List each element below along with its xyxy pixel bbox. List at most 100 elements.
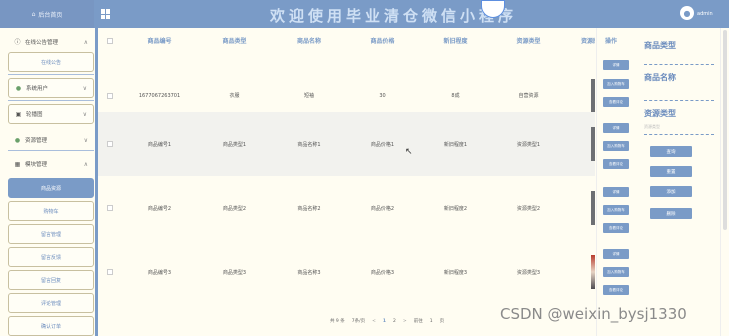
column-header[interactable]: 商品编号: [122, 36, 197, 45]
avatar-icon[interactable]: ●: [680, 6, 694, 20]
sidebar-item-label: 在线公告: [40, 59, 61, 66]
goto-page-input[interactable]: 1: [430, 319, 433, 324]
row-checkbox[interactable]: [98, 92, 122, 99]
detail-button[interactable]: 详情: [603, 249, 629, 259]
reset-button[interactable]: 重置: [650, 166, 692, 177]
detail-button[interactable]: 详情: [603, 123, 629, 133]
cell-condition: 新旧程度1: [443, 141, 468, 148]
column-header[interactable]: 资源图: [565, 36, 595, 45]
home-label: 后台首页: [38, 11, 63, 19]
cell-product-id: 商品编号1: [147, 141, 172, 148]
sidebar-item-label: 留言回复: [40, 277, 61, 284]
location-icon: ●: [14, 136, 21, 144]
page-unit-label: 页: [439, 319, 445, 324]
prev-page-button[interactable]: <: [372, 319, 376, 324]
column-header[interactable]: 资源类型: [492, 36, 565, 45]
sidebar-item-notice-management[interactable]: ⓘ 在线公告管理 ∧: [8, 32, 94, 52]
cell-product-type: 商品类型2: [222, 205, 247, 212]
chevron-down-icon: ∨: [82, 84, 87, 92]
add-to-cart-button[interactable]: 加入购物车: [603, 79, 629, 89]
product-table: 商品编号 商品类型 商品名称 商品价格 新旧程度 资源类型 资源图 167706…: [98, 28, 595, 336]
sidebar-item-carousel[interactable]: ▣ 轮播图 ∨: [8, 104, 94, 124]
sidebar-item-notice[interactable]: 在线公告: [8, 52, 94, 72]
user-name[interactable]: admin: [697, 11, 713, 17]
menu-toggle-icon[interactable]: [101, 9, 111, 19]
sidebar-item-label: 留言管理: [40, 231, 61, 238]
chevron-down-icon: ∨: [83, 136, 88, 144]
sidebar-item-system-users[interactable]: ● 系统用户 ∨: [8, 78, 94, 98]
sidebar-item-comments[interactable]: 评论管理: [8, 293, 94, 313]
chevron-up-icon: ∧: [83, 38, 88, 46]
watermark: CSDN @weixin_bysj1330: [500, 305, 687, 323]
detail-button[interactable]: 详情: [603, 60, 629, 70]
page-button[interactable]: 1: [383, 319, 386, 324]
product-type-input[interactable]: [644, 64, 714, 65]
view-comments-button[interactable]: 查看评论: [603, 97, 629, 107]
cell-product-name: 商品名称3: [297, 269, 321, 276]
cell-resource-type: 资源类型3: [516, 269, 541, 276]
sidebar-item-resource-management[interactable]: ● 资源管理 ∨: [8, 130, 94, 150]
sidebar-item-module-management[interactable]: ▦ 模块管理 ∧: [8, 154, 94, 174]
sidebar-item-product-resources[interactable]: 商品资源: [8, 178, 94, 198]
column-header[interactable]: 新旧程度: [419, 36, 492, 45]
cell-product-name: 商品名称2: [297, 205, 321, 212]
add-button[interactable]: 添加: [650, 186, 692, 197]
cell-resource-image: [565, 255, 595, 289]
add-to-cart-button[interactable]: 加入购物车: [603, 205, 629, 215]
sidebar-divider: [8, 74, 94, 75]
sidebar-item-feedback[interactable]: 留言反馈: [8, 247, 94, 267]
view-comments-button[interactable]: 查看评论: [603, 285, 629, 295]
product-name-input[interactable]: [644, 100, 714, 101]
table-row[interactable]: 商品编号3 商品类型3 商品名称3 商品价格3 新旧程度3 资源类型3: [98, 240, 595, 304]
row-checkbox[interactable]: [98, 205, 122, 211]
mouse-cursor-icon: ↖: [405, 147, 413, 157]
view-comments-button[interactable]: 查看评论: [603, 223, 629, 233]
resource-type-input[interactable]: 资源类型: [644, 124, 714, 132]
cell-condition: 新旧程度2: [443, 205, 468, 212]
view-comments-button[interactable]: 查看评论: [603, 159, 629, 169]
row-checkbox[interactable]: [98, 269, 122, 275]
column-header[interactable]: 商品类型: [197, 36, 272, 45]
table-row[interactable]: 商品编号1 商品类型1 商品名称1 商品价格1 新旧程度1 资源类型1: [98, 112, 595, 176]
cell-product-name: 商品名称1: [297, 141, 321, 148]
vertical-scrollbar[interactable]: [720, 28, 729, 336]
resource-type-underline: [644, 134, 714, 135]
page-size-select[interactable]: 7条/页: [352, 318, 365, 324]
cell-resource-image: [565, 78, 595, 113]
sidebar-divider: [8, 100, 94, 101]
product-thumbnail: [591, 78, 595, 113]
table-row[interactable]: 商品编号2 商品类型2 商品名称2 商品价格2 新旧程度2 资源类型2: [98, 176, 595, 240]
cell-price: 30: [379, 92, 386, 99]
operations-column: 操作 详情 加入购物车 查看评论 详情 加入购物车 查看评论 详情 加入购物车 …: [596, 28, 636, 336]
cell-price: 商品价格3: [370, 269, 395, 276]
page-button[interactable]: 2: [393, 319, 396, 324]
cell-product-id: 商品编号2: [147, 205, 172, 212]
home-link[interactable]: ⌂ 后台首页: [0, 0, 94, 28]
cell-product-id: 商品编号3: [147, 269, 172, 276]
column-header[interactable]: 商品价格: [346, 36, 419, 45]
row-checkbox[interactable]: [98, 141, 122, 147]
product-thumbnail: [591, 127, 595, 161]
cell-condition: 8成: [451, 93, 460, 99]
cell-resource-image: [565, 127, 595, 161]
query-button[interactable]: 查询: [650, 146, 692, 157]
sidebar-item-cart[interactable]: 购物车: [8, 201, 94, 221]
resource-type-label: 资源类型: [644, 109, 676, 118]
sidebar-item-messages[interactable]: 留言管理: [8, 224, 94, 244]
product-name-label: 商品名称: [644, 73, 676, 82]
sidebar-item-confirm-orders[interactable]: 确认订单: [8, 316, 94, 336]
sidebar: ⓘ 在线公告管理 ∧ 在线公告 ● 系统用户 ∨ ▣ 轮播图 ∨ ● 资源管理 …: [0, 28, 98, 336]
detail-button[interactable]: 详情: [603, 187, 629, 197]
add-to-cart-button[interactable]: 加入购物车: [603, 267, 629, 277]
column-header[interactable]: 商品名称: [272, 36, 346, 45]
chevron-up-icon: ∧: [83, 160, 88, 168]
add-to-cart-button[interactable]: 加入购物车: [603, 141, 629, 151]
sidebar-item-label: 留言反馈: [40, 254, 61, 261]
next-page-button[interactable]: >: [403, 319, 407, 324]
select-all-checkbox[interactable]: [98, 37, 122, 44]
grid-icon: ▦: [14, 160, 21, 168]
sidebar-item-replies[interactable]: 留言回复: [8, 270, 94, 290]
scrollbar-thumb[interactable]: [723, 30, 727, 230]
delete-button[interactable]: 删除: [650, 208, 692, 219]
user-icon: ●: [15, 84, 22, 92]
